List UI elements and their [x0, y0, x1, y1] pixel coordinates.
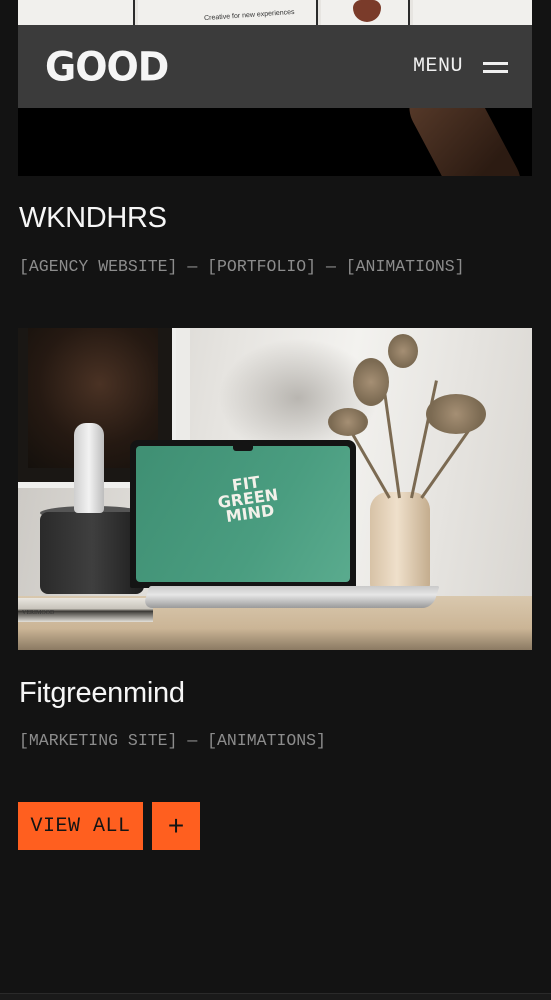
project-image-fitgreenmind[interactable]: VERIMOOD FIT GREEN MIND	[18, 328, 532, 650]
site-logo[interactable]: GOOD	[45, 43, 169, 89]
view-all-button[interactable]: VIEW ALL	[18, 802, 143, 850]
strip-caption: Creative for new experiences	[203, 8, 295, 23]
vase	[370, 492, 430, 596]
laptop-screen: FIT GREEN MIND	[130, 440, 356, 588]
hamburger-icon	[483, 60, 508, 74]
project-tags-fitgreenmind: [MARKETING SITE] — [ANIMATIONS]	[19, 731, 326, 750]
plus-icon: +	[167, 810, 185, 841]
speaker	[40, 512, 144, 594]
project-tags-wkndhrs: [AGENCY WEBSITE] — [PORTFOLIO] — [ANIMAT…	[19, 257, 465, 276]
project-title-fitgreenmind[interactable]: Fitgreenmind	[19, 677, 185, 710]
site-header: GOOD MENU	[18, 25, 532, 108]
fitgreenmind-logo: FIT GREEN MIND	[216, 472, 280, 527]
screenshot-strip: Creative for new experiences	[18, 0, 532, 26]
menu-button[interactable]: MENU	[413, 55, 508, 78]
plus-button[interactable]: +	[152, 802, 200, 850]
protea-flower	[353, 358, 389, 406]
menu-label: MENU	[412, 55, 463, 78]
book-label: VERIMOOD	[22, 610, 55, 616]
protea-flower	[426, 394, 486, 434]
laptop-base	[142, 586, 440, 608]
hand-sculpture	[74, 423, 104, 513]
project-title-wkndhrs[interactable]: WKNDHRS	[19, 202, 167, 235]
bottom-edge	[0, 993, 551, 1000]
protea-flower	[388, 334, 418, 368]
protea-flower	[328, 408, 368, 436]
